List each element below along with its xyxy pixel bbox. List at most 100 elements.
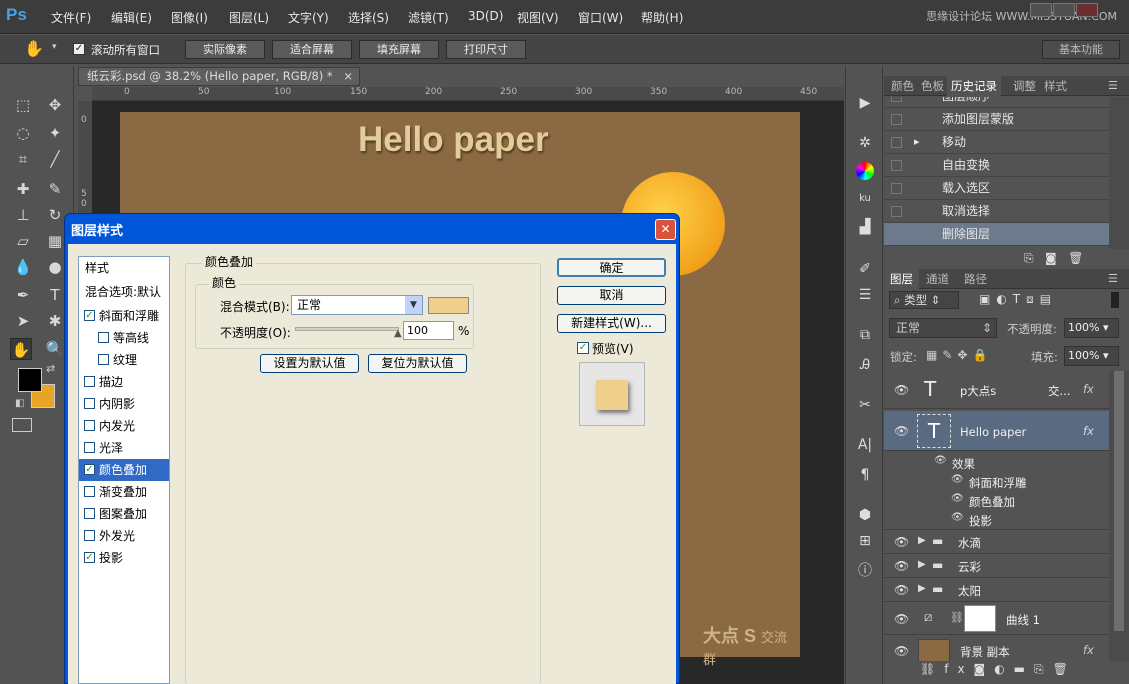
blend-options-item[interactable]: 混合选项:默认 bbox=[79, 281, 169, 303]
character-icon[interactable]: A| bbox=[854, 434, 876, 456]
menu-help[interactable]: 帮助(H) bbox=[641, 9, 683, 26]
checkbox[interactable] bbox=[84, 530, 95, 541]
close-window-icon[interactable] bbox=[1076, 3, 1098, 17]
eye-icon[interactable]: 👁 bbox=[951, 512, 964, 523]
menu-edit[interactable]: 编辑(E) bbox=[111, 9, 152, 26]
eye-icon[interactable]: 👁 bbox=[951, 474, 964, 485]
checkbox[interactable] bbox=[98, 354, 109, 365]
blend-mode-select[interactable]: 正常 ▼ bbox=[291, 295, 423, 315]
eyedropper-tool-icon[interactable]: ╱ bbox=[44, 148, 66, 170]
menu-file[interactable]: 文件(F) bbox=[51, 9, 91, 26]
style-item-texture[interactable]: 纹理 bbox=[79, 349, 169, 371]
history-item-selected[interactable]: 删除图层 bbox=[884, 223, 1109, 246]
properties-icon[interactable]: ☰ bbox=[854, 284, 876, 306]
style-item-stroke[interactable]: 描边 bbox=[79, 371, 169, 393]
layer-row[interactable]: 👁 T p大点s 交... fx bbox=[884, 371, 1109, 409]
brush-settings-icon[interactable]: ✲ bbox=[854, 132, 876, 154]
checkbox[interactable]: ✓ bbox=[84, 552, 95, 563]
move-tool-icon[interactable]: ✥ bbox=[44, 94, 66, 116]
adjustment-layer-row[interactable]: 👁 ⧄ ⛓ 曲线 1 bbox=[884, 603, 1109, 635]
history-item[interactable]: ▸ 移动 bbox=[884, 131, 1109, 154]
eye-icon[interactable]: 👁 bbox=[894, 644, 909, 658]
link-icon[interactable]: ⛓ bbox=[950, 611, 964, 624]
zoom-tool-icon[interactable]: 🔍 bbox=[44, 338, 66, 360]
menu-filter[interactable]: 滤镜(T) bbox=[408, 9, 449, 26]
menu-view[interactable]: 视图(V) bbox=[517, 9, 559, 26]
fit-screen-button[interactable]: 适合屏幕 bbox=[272, 40, 352, 59]
checkbox[interactable] bbox=[84, 398, 95, 409]
blur-tool-icon[interactable]: 💧 bbox=[12, 256, 34, 278]
checkbox[interactable]: ✓ bbox=[84, 464, 95, 475]
eye-icon[interactable]: 👁 bbox=[894, 583, 909, 597]
brush-tool-icon[interactable]: ✎ bbox=[44, 178, 66, 200]
paragraph-icon[interactable]: ¶ bbox=[854, 464, 876, 486]
style-item-gradient-overlay[interactable]: 渐变叠加 bbox=[79, 481, 169, 503]
clone-stamp-tool-icon[interactable]: ⊥ bbox=[12, 204, 34, 226]
path-selection-tool-icon[interactable]: ➤ bbox=[12, 310, 34, 332]
tool-presets-icon[interactable]: ✐ bbox=[854, 258, 876, 280]
eye-icon[interactable]: 👁 bbox=[894, 535, 909, 549]
eye-icon[interactable]: 👁 bbox=[894, 559, 909, 573]
new-style-button[interactable]: 新建样式(W)... bbox=[557, 314, 666, 333]
character-styles-icon[interactable]: Ꭿ bbox=[854, 354, 876, 376]
effects-row[interactable]: 👁 效果 bbox=[884, 453, 1109, 472]
style-item-color-overlay[interactable]: ✓ 颜色叠加 bbox=[79, 459, 169, 481]
checkbox[interactable]: ✓ bbox=[84, 310, 95, 321]
group-row[interactable]: 👁 ▶ ▬ 云彩 bbox=[884, 555, 1109, 578]
foreground-color-swatch[interactable] bbox=[18, 368, 42, 392]
layer-row[interactable]: 👁 背景 副本 fx bbox=[884, 636, 1109, 661]
cancel-button[interactable]: 取消 bbox=[557, 286, 666, 305]
style-item-satin[interactable]: 光泽 bbox=[79, 437, 169, 459]
group-row[interactable]: 👁 ▶ ▬ 水滴 bbox=[884, 531, 1109, 554]
set-default-button[interactable]: 设置为默认值 bbox=[260, 354, 359, 373]
close-tab-icon[interactable]: × bbox=[343, 68, 353, 85]
dodge-tool-icon[interactable]: ● bbox=[44, 256, 66, 278]
expand-arrow-icon[interactable]: ▶ bbox=[918, 559, 926, 570]
expand-arrow-icon[interactable]: ▶ bbox=[918, 583, 926, 594]
history-item[interactable]: 取消选择 bbox=[884, 200, 1109, 223]
effect-row[interactable]: 👁 颜色叠加 bbox=[884, 491, 1109, 510]
gradient-tool-icon[interactable]: ▦ bbox=[44, 230, 66, 252]
history-footer-icons[interactable]: ⎘ ◙ 🗑 bbox=[1024, 251, 1083, 266]
marquee-tool-icon[interactable]: ⬚ bbox=[12, 94, 34, 116]
tool-preset-dropdown-icon[interactable]: ▾ bbox=[52, 42, 57, 52]
scroll-all-checkbox[interactable]: ✓ bbox=[73, 43, 85, 55]
style-item-drop-shadow[interactable]: ✓ 投影 bbox=[79, 547, 169, 569]
type-tool-icon[interactable]: T bbox=[44, 284, 66, 306]
menu-image[interactable]: 图像(I) bbox=[171, 9, 208, 26]
lasso-tool-icon[interactable]: ◌ bbox=[12, 122, 34, 144]
history-scrollbar[interactable] bbox=[1109, 97, 1129, 249]
print-size-button[interactable]: 打印尺寸 bbox=[446, 40, 526, 59]
clone-source-icon[interactable]: ⧉ bbox=[854, 324, 876, 346]
style-item-outer-glow[interactable]: 外发光 bbox=[79, 525, 169, 547]
style-item-contour[interactable]: 等高线 bbox=[79, 327, 169, 349]
tab-layers[interactable]: 图层 bbox=[884, 269, 919, 289]
layer-opacity-field[interactable]: 100% ▾ bbox=[1064, 318, 1119, 338]
layer-filter-select[interactable]: ⌕ 类型 ⇕ bbox=[889, 291, 959, 309]
menu-layer[interactable]: 图层(L) bbox=[229, 9, 269, 26]
hand-tool-active-icon[interactable]: ✋ bbox=[10, 338, 32, 360]
healing-brush-tool-icon[interactable]: ✚ bbox=[12, 178, 34, 200]
shape-tool-icon[interactable]: ✱ bbox=[44, 310, 66, 332]
3d-icon[interactable]: ⬢ bbox=[854, 504, 876, 526]
filter-toggle[interactable] bbox=[1111, 292, 1119, 308]
style-item-bevel[interactable]: ✓ 斜面和浮雕 bbox=[79, 305, 169, 327]
effect-row[interactable]: 👁 斜面和浮雕 bbox=[884, 472, 1109, 491]
document-tab[interactable]: 纸云彩.psd @ 38.2% (Hello paper, RGB/8) * × bbox=[78, 67, 360, 86]
tab-channels[interactable]: 通道 bbox=[926, 271, 949, 287]
swap-colors-icon[interactable]: ⇄ bbox=[46, 362, 55, 375]
workspace-switcher[interactable]: 基本功能 bbox=[1042, 40, 1120, 59]
tab-color[interactable]: 颜色 bbox=[891, 78, 914, 94]
pen-tool-icon[interactable]: ✒ bbox=[12, 284, 34, 306]
tab-swatches[interactable]: 色板 bbox=[921, 78, 944, 94]
histogram-icon[interactable]: ▟ bbox=[854, 216, 876, 238]
magic-wand-tool-icon[interactable]: ✦ bbox=[44, 122, 66, 144]
style-item-inner-shadow[interactable]: 内阴影 bbox=[79, 393, 169, 415]
history-item[interactable]: 自由变换 bbox=[884, 154, 1109, 177]
menu-window[interactable]: 窗口(W) bbox=[578, 9, 623, 26]
tab-history[interactable]: 历史记录 bbox=[947, 76, 1001, 96]
overlay-color-swatch[interactable] bbox=[428, 297, 469, 314]
checkbox[interactable] bbox=[84, 486, 95, 497]
fill-screen-button[interactable]: 填充屏幕 bbox=[359, 40, 439, 59]
fx-icon[interactable]: fx bbox=[1083, 643, 1094, 657]
